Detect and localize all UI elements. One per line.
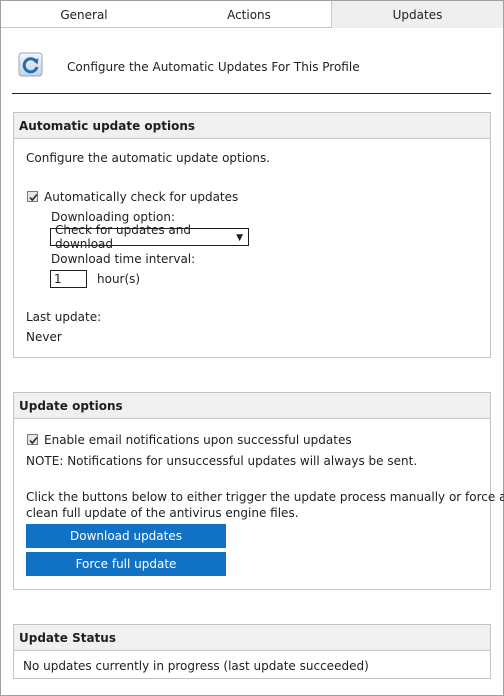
interval-input[interactable]: 1 <box>50 270 87 288</box>
force-full-update-button[interactable]: Force full update <box>26 552 226 576</box>
instructions-line-2: clean full update of the antivirus engin… <box>26 506 299 520</box>
instructions-line-1: Click the buttons below to either trigge… <box>26 490 504 504</box>
download-updates-button[interactable]: Download updates <box>26 524 226 548</box>
note-text: NOTE: Notifications for unsuccessful upd… <box>26 454 418 468</box>
interval-unit: hour(s) <box>97 272 141 286</box>
last-update-label: Last update: <box>26 310 102 324</box>
tab-bar: General Actions Updates <box>1 1 503 28</box>
update-status-section: Update Status No updates currently in pr… <box>13 624 491 679</box>
checkmark-icon <box>29 436 38 445</box>
header-divider <box>12 93 491 94</box>
auto-check-checkbox[interactable] <box>27 191 38 202</box>
interval-value: 1 <box>54 272 62 286</box>
auto-check-label: Automatically check for updates <box>44 190 239 204</box>
status-text: No updates currently in progress (last u… <box>23 659 369 673</box>
interval-label: Download time interval: <box>51 252 196 266</box>
tab-general[interactable]: General <box>1 1 167 28</box>
downloading-option-value: Check for updates and download <box>55 223 191 251</box>
tab-actions[interactable]: Actions <box>167 1 331 28</box>
description-text: Configure the automatic update options. <box>26 151 271 165</box>
section-title: Automatic update options <box>14 113 490 139</box>
last-update-value: Never <box>26 330 62 344</box>
page-title: Configure the Automatic Updates For This… <box>67 60 360 74</box>
section-title: Update Status <box>14 625 490 651</box>
dropdown-arrow-icon: ▼ <box>236 233 243 243</box>
checkmark-icon <box>29 193 38 202</box>
tab-updates[interactable]: Updates <box>331 1 503 28</box>
downloading-option-select[interactable]: Check for updates and download ▼ <box>50 223 249 251</box>
downloading-option-label: Downloading option: <box>51 210 176 224</box>
email-notification-checkbox[interactable] <box>27 434 38 445</box>
section-title: Update options <box>14 393 490 419</box>
automatic-update-section: Automatic update options Configure the a… <box>13 112 491 358</box>
refresh-update-icon <box>17 51 45 79</box>
email-notification-label: Enable email notifications upon successf… <box>44 433 352 447</box>
update-options-section: Update options Enable email notification… <box>13 392 504 590</box>
